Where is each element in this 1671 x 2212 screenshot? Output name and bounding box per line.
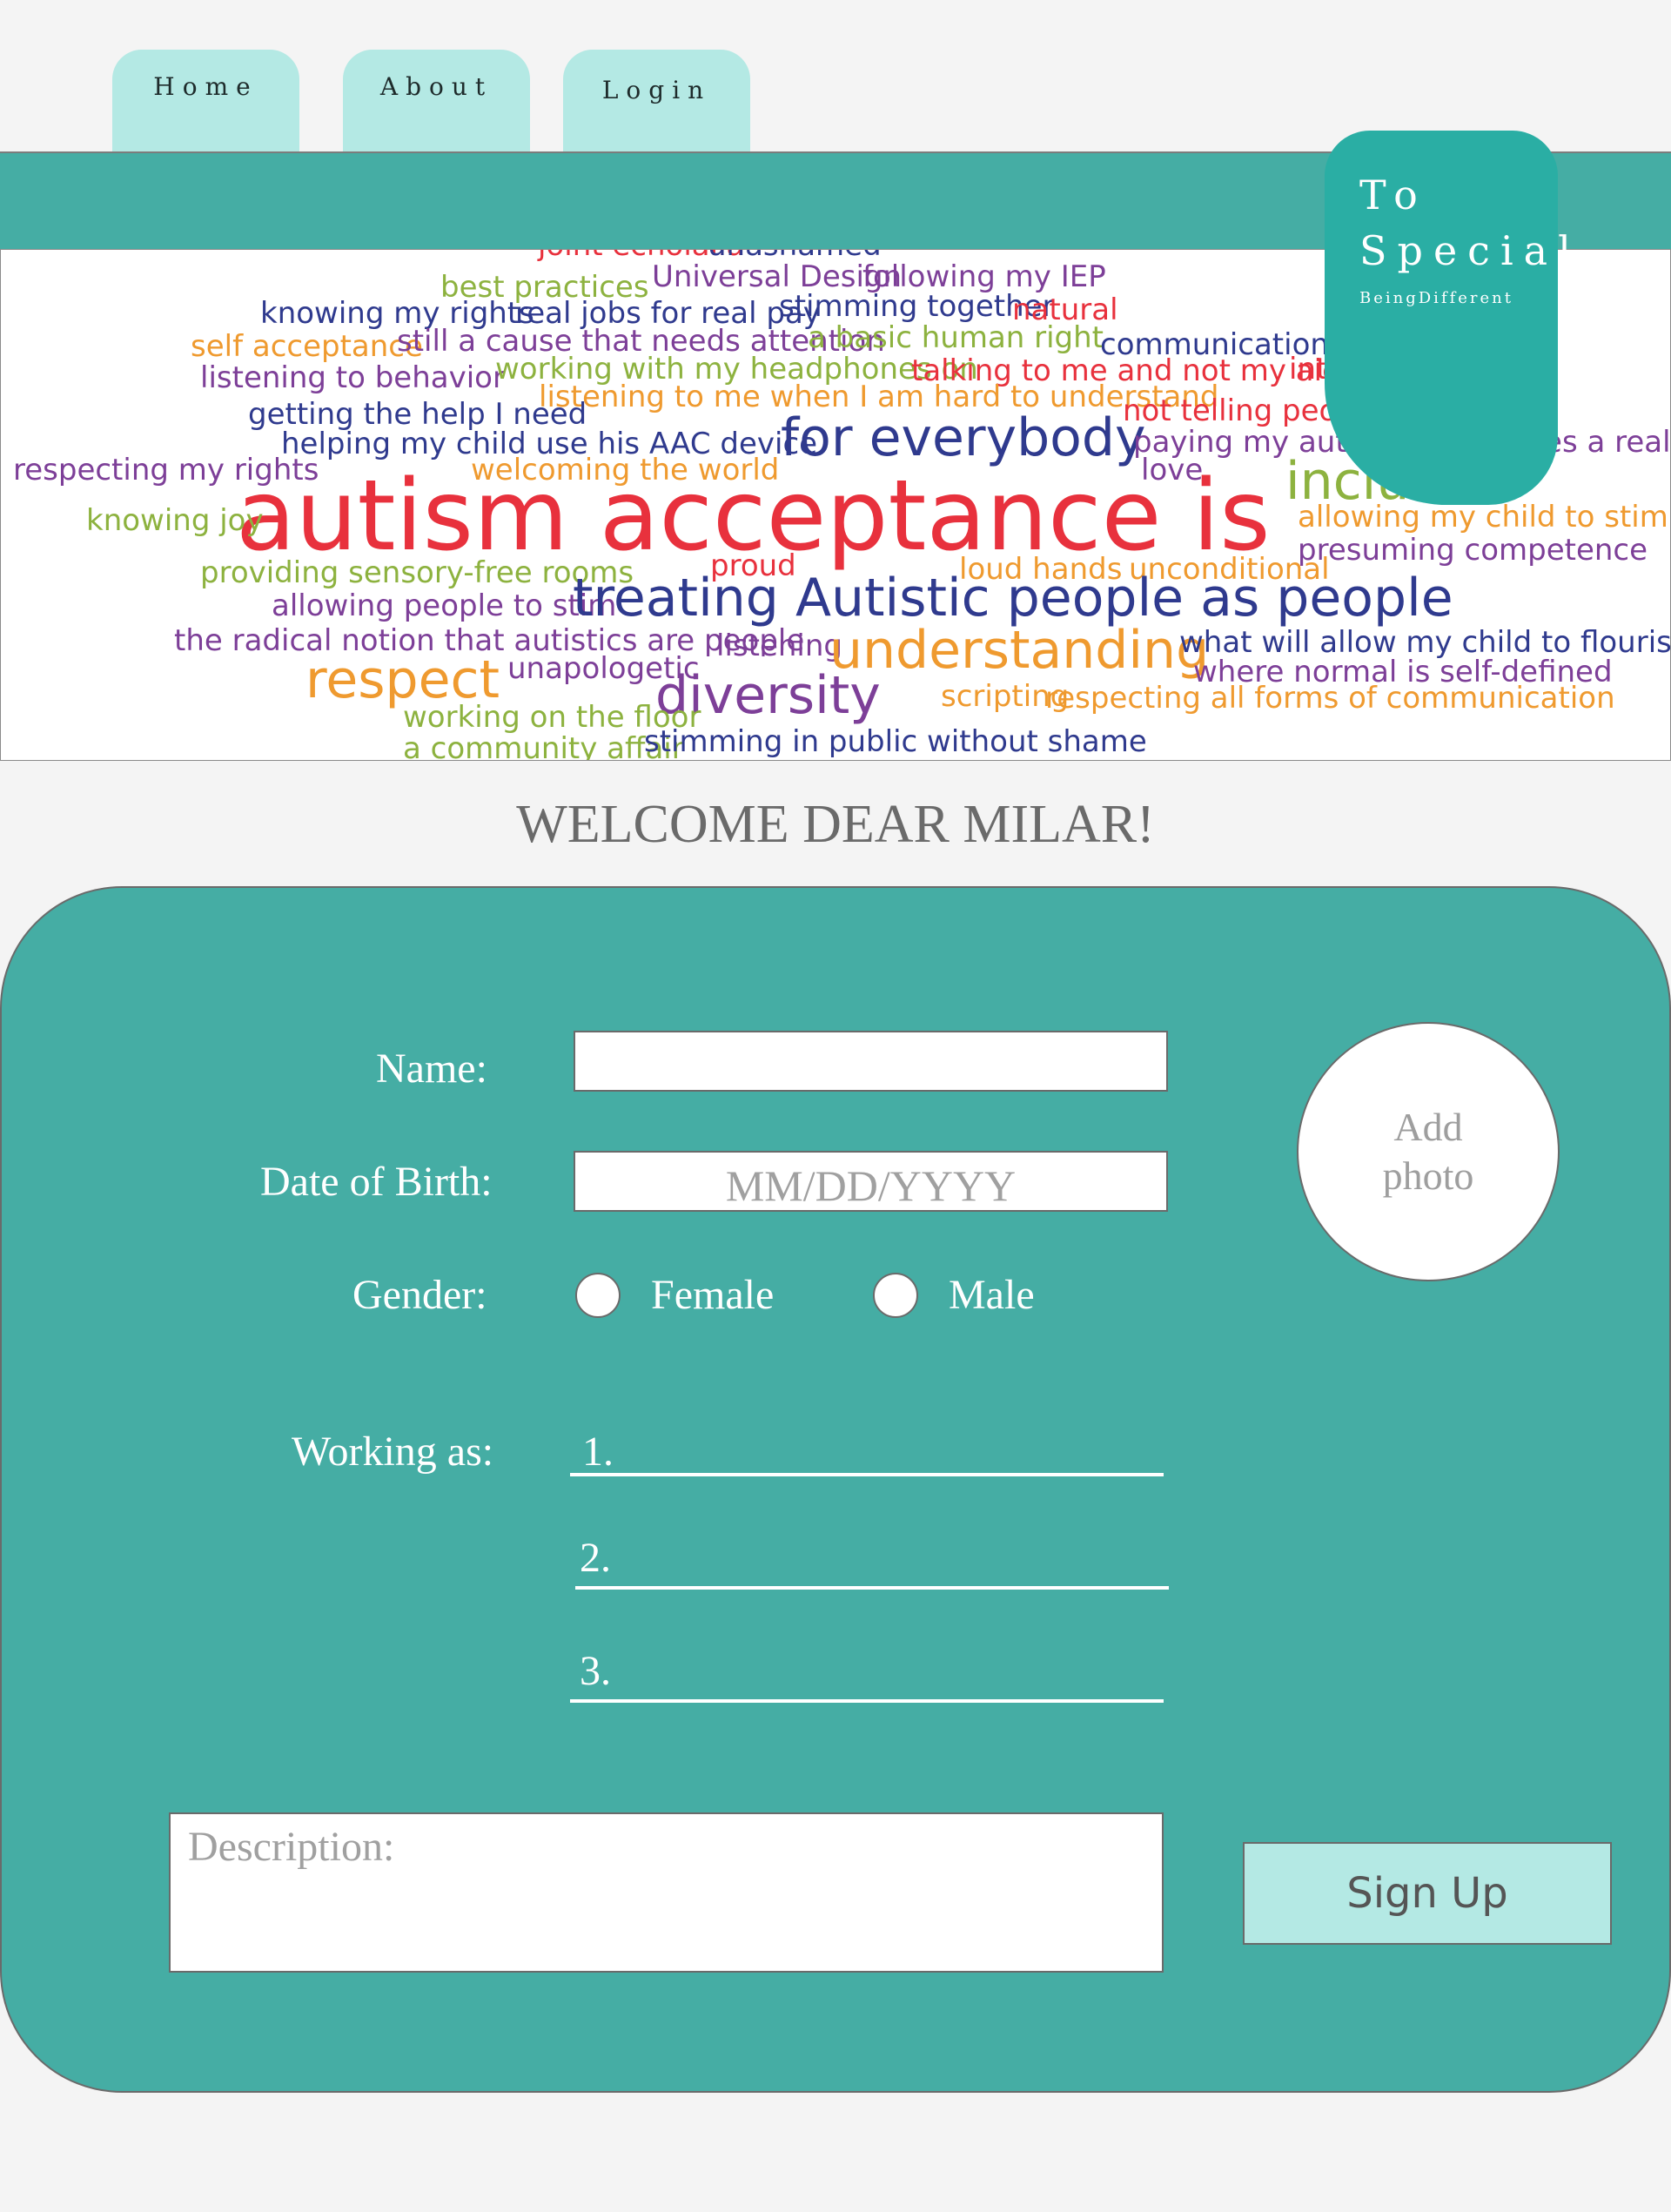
description-textarea[interactable] bbox=[188, 1875, 1140, 1966]
word: presuming competence bbox=[1298, 533, 1648, 568]
word: providing sensory-free rooms bbox=[200, 555, 634, 590]
name-input[interactable] bbox=[574, 1031, 1168, 1092]
add-photo-button[interactable]: Add photo bbox=[1297, 1022, 1560, 1281]
description-box[interactable]: Description: bbox=[169, 1812, 1164, 1973]
tab-about-label: About bbox=[379, 72, 493, 101]
working-item-2-line[interactable] bbox=[575, 1586, 1169, 1590]
gender-male-label: Male bbox=[949, 1272, 1035, 1318]
dob-input[interactable] bbox=[574, 1151, 1168, 1212]
logo-line-1: To bbox=[1359, 171, 1428, 219]
working-item-3-line[interactable] bbox=[570, 1699, 1164, 1703]
word: stimming in public without shame bbox=[644, 724, 1147, 759]
tab-home[interactable]: Home bbox=[112, 50, 299, 154]
gender-female-radio[interactable] bbox=[575, 1273, 621, 1318]
add-photo-label-2: photo bbox=[1382, 1153, 1474, 1198]
word: a basic human right bbox=[808, 320, 1104, 355]
gender-label: Gender: bbox=[352, 1272, 487, 1318]
brand-logo[interactable]: To Special BeingDifferent bbox=[1325, 131, 1581, 505]
working-as-label: Working as: bbox=[292, 1429, 494, 1475]
word: allowing people to stim bbox=[272, 588, 616, 623]
logo-line-2: Special bbox=[1359, 227, 1581, 274]
word: understanding bbox=[829, 620, 1209, 681]
tab-home-label: Home bbox=[153, 72, 258, 101]
gender-female-label: Female bbox=[651, 1272, 775, 1318]
tab-about[interactable]: About bbox=[343, 50, 530, 154]
dob-label: Date of Birth: bbox=[260, 1159, 493, 1205]
add-photo-label-1: Add bbox=[1393, 1105, 1463, 1149]
tab-login[interactable]: Login bbox=[563, 50, 750, 154]
welcome-heading: WELCOME DEAR MILAR! bbox=[516, 795, 1155, 854]
word: knowing joy bbox=[86, 503, 264, 538]
name-label: Name: bbox=[376, 1045, 487, 1092]
sign-up-button[interactable]: Sign Up bbox=[1243, 1842, 1612, 1945]
word: respecting all forms of communication bbox=[1045, 681, 1615, 716]
working-item-3-number: 3. bbox=[580, 1648, 611, 1694]
word: allowing my child to stim bbox=[1298, 500, 1668, 535]
gender-male-radio[interactable] bbox=[873, 1273, 918, 1318]
word: self acceptance bbox=[191, 329, 423, 364]
word: listening bbox=[716, 629, 842, 663]
word: a community affair bbox=[403, 731, 684, 760]
word: listening to behavior bbox=[200, 360, 505, 395]
working-item-1-number: 1. bbox=[582, 1429, 614, 1475]
description-label: Description: bbox=[188, 1824, 395, 1870]
working-item-2-number: 2. bbox=[580, 1535, 611, 1581]
working-item-1-line[interactable] bbox=[570, 1473, 1164, 1476]
tab-login-label: Login bbox=[601, 76, 712, 104]
logo-tagline: BeingDifferent bbox=[1359, 289, 1513, 307]
